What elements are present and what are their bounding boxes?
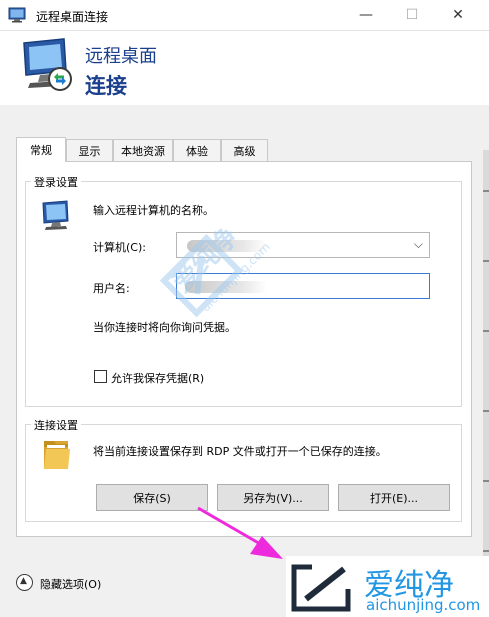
brand-logo-icon — [291, 564, 351, 612]
credentials-hint: 当你连接时将向你询问凭据。 — [93, 321, 236, 334]
redacted-computer-name — [187, 240, 267, 252]
connection-settings-legend: 连接设置 — [31, 417, 81, 433]
minimize-button[interactable]: — — [343, 0, 389, 30]
title-bar: 远程桌面连接 — ☐ ✕ — [0, 0, 489, 31]
background-window-edge — [483, 150, 489, 617]
hide-options-label: 隐藏选项(O) — [40, 578, 102, 591]
folder-icon — [42, 437, 72, 474]
username-input[interactable] — [176, 273, 430, 299]
tab-general[interactable]: 常规 — [16, 137, 66, 162]
tab-local-resources[interactable]: 本地资源 — [113, 139, 173, 161]
save-credentials-label[interactable]: 允许我保存凭据(R) — [111, 370, 204, 386]
tab-experience[interactable]: 体验 — [173, 139, 221, 161]
connection-settings-description: 将当前连接设置保存到 RDP 文件或打开一个已保存的连接。 — [93, 445, 387, 458]
redacted-username — [185, 281, 267, 293]
maximize-icon: ☐ — [405, 7, 419, 23]
general-tab-panel: 登录设置 输入远程计算机的名称。 计算机(C): ⌵ 用户名: 当你连接时将向你… — [16, 161, 472, 537]
username-label: 用户名: — [93, 282, 130, 295]
maximize-button[interactable]: ☐ — [389, 0, 435, 30]
tab-display[interactable]: 显示 — [66, 139, 113, 161]
window-title: 远程桌面连接 — [36, 10, 109, 24]
open-button[interactable]: 打开(E)... — [338, 484, 450, 511]
login-settings-legend: 登录设置 — [31, 174, 81, 190]
brand-logo: 爱纯净 aichunjing.com — [286, 556, 489, 617]
connection-settings-group: 连接设置 将当前连接设置保存到 RDP 文件或打开一个已保存的连接。 保存(S)… — [25, 417, 462, 522]
close-button[interactable]: ✕ — [435, 0, 481, 30]
save-button[interactable]: 保存(S) — [96, 484, 208, 511]
save-as-button[interactable]: 另存为(V)... — [217, 484, 329, 511]
brand-url: aichunjing.com — [366, 596, 481, 614]
login-settings-group: 登录设置 输入远程计算机的名称。 计算机(C): ⌵ 用户名: 当你连接时将向你… — [25, 174, 462, 407]
computer-icon — [40, 200, 74, 233]
chevron-down-icon: ⌵ — [413, 237, 423, 251]
computer-name-instruction: 输入远程计算机的名称。 — [93, 204, 214, 217]
minimize-icon: — — [359, 7, 373, 23]
remote-desktop-monitor-icon — [20, 37, 78, 98]
banner-title-line2: 连接 — [85, 74, 127, 98]
tab-advanced[interactable]: 高级 — [221, 139, 268, 161]
save-credentials-checkbox[interactable] — [94, 370, 107, 383]
computer-combobox[interactable]: ⌵ — [176, 232, 430, 258]
close-icon: ✕ — [452, 7, 464, 23]
computer-label: 计算机(C): — [93, 241, 146, 254]
remote-desktop-icon — [8, 7, 26, 26]
header-banner: 远程桌面 连接 — [0, 31, 489, 105]
banner-title-line1: 远程桌面 — [85, 46, 157, 67]
collapse-up-icon: ▲ — [16, 574, 33, 591]
